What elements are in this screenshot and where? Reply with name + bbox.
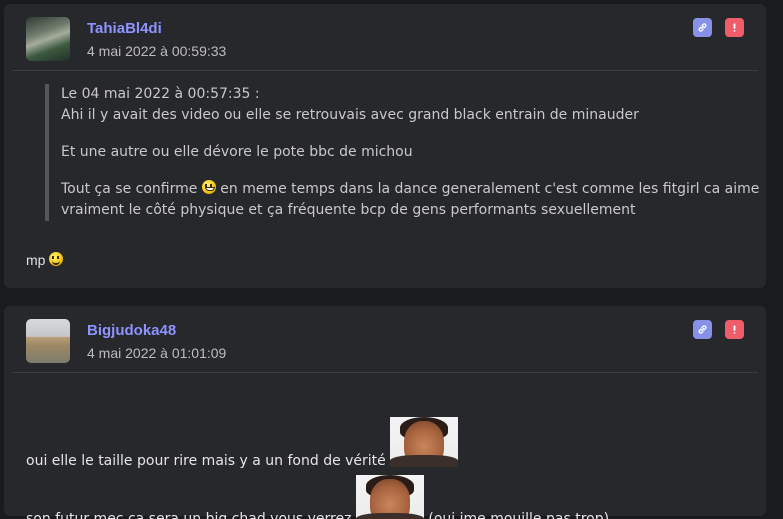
username[interactable]: TahiaBl4di <box>87 20 162 37</box>
quote-line: Ahi il y avait des video ou elle se retr… <box>61 107 639 123</box>
quote-header: Le 04 mai 2022 à 00:57:35 : <box>61 86 260 102</box>
quote-block-3: Tout ça se confirme en meme temps dans l… <box>61 179 761 221</box>
permalink-button[interactable] <box>693 320 712 339</box>
page: TahiaBl4di 4 mai 2022 à 00:59:33 Le 04 m… <box>0 0 783 519</box>
message-text: oui elle le taille pour rire mais y a un… <box>26 453 386 469</box>
quote-line: en meme temps dans la dance generalement… <box>220 181 760 197</box>
quote-block-1: Le 04 mai 2022 à 00:57:35 : Ahi il y ava… <box>61 84 761 126</box>
forum-post: TahiaBl4di 4 mai 2022 à 00:59:33 Le 04 m… <box>4 4 766 288</box>
post-date[interactable]: 4 mai 2022 à 01:01:09 <box>87 345 226 361</box>
avatar[interactable] <box>26 17 70 61</box>
laugh-smiley-icon <box>201 180 216 194</box>
avatar[interactable] <box>26 319 70 363</box>
report-button[interactable] <box>725 18 744 37</box>
post-actions <box>693 18 744 37</box>
report-button[interactable] <box>725 320 744 339</box>
post-message: mp <box>26 252 64 268</box>
post-header: Bigjudoka48 4 mai 2022 à 01:01:09 <box>12 306 758 373</box>
message-text: mp <box>26 252 46 268</box>
post-date[interactable]: 4 mai 2022 à 00:59:33 <box>87 43 226 59</box>
smile-smiley-icon <box>49 252 64 266</box>
permalink-button[interactable] <box>693 18 712 37</box>
username[interactable]: Bigjudoka48 <box>87 322 176 339</box>
link-icon <box>698 325 707 334</box>
reaction-sticker-image[interactable] <box>390 417 459 467</box>
forum-post: Bigjudoka48 4 mai 2022 à 01:01:09 oui el… <box>4 306 766 519</box>
message-text: (oui jme mouille pas trop) <box>428 511 610 519</box>
message-text: son futur mec ça sera un big chad vous v… <box>26 511 352 519</box>
exclamation-icon <box>733 325 736 334</box>
link-icon <box>698 23 707 32</box>
quote-line: Tout ça se confirme <box>61 181 198 197</box>
message-line: oui elle le taille pour rire mais y a un… <box>26 417 459 469</box>
quote-line: vraiment le côté physique et ça fréquent… <box>61 202 636 218</box>
reaction-sticker-image[interactable] <box>355 475 424 519</box>
quote-block-2: Et une autre ou elle dévore le pote bbc … <box>61 142 761 163</box>
post-actions <box>693 320 744 339</box>
message-line: son futur mec ça sera un big chad vous v… <box>26 475 609 519</box>
blockquote: Le 04 mai 2022 à 00:57:35 : Ahi il y ava… <box>45 84 761 221</box>
exclamation-icon <box>733 23 736 32</box>
post-header: TahiaBl4di 4 mai 2022 à 00:59:33 <box>12 4 758 71</box>
quote-line: Et une autre ou elle dévore le pote bbc … <box>61 144 413 160</box>
